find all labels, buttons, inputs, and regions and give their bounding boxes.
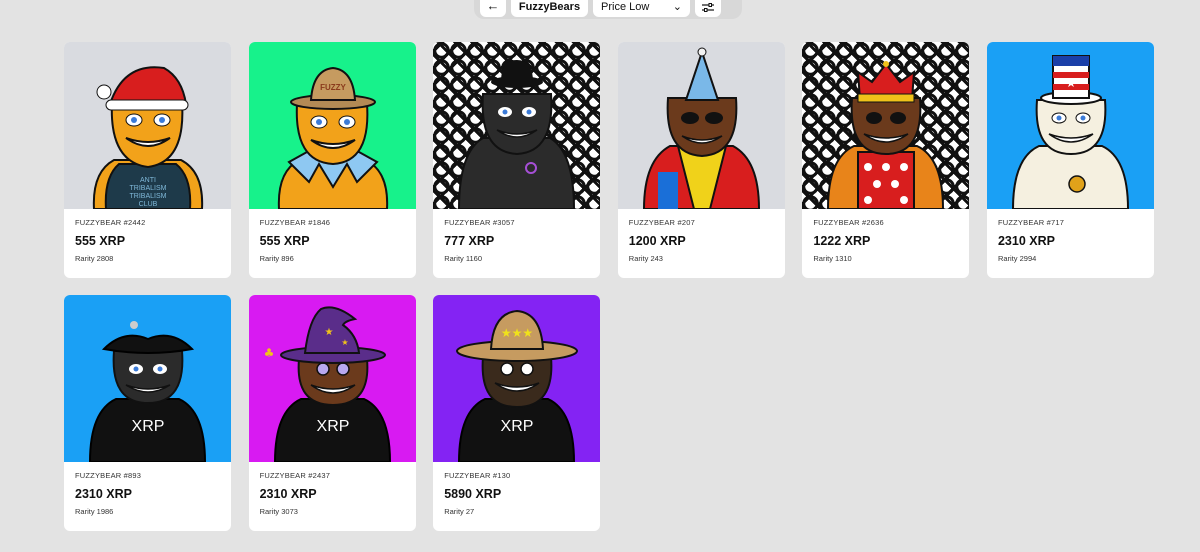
nft-card[interactable]: FUZZYBEAR #3057 777 XRP Rarity 1160 (433, 42, 601, 278)
arrow-left-icon: ← (486, 0, 500, 13)
nft-image: XRP ★ ★ ♣ (248, 295, 416, 462)
shirt-text: ANTI (140, 177, 156, 184)
nft-card[interactable]: FUZZY FUZZYBEAR #1846 555 XRP Rarity 896 (248, 42, 416, 278)
nft-card[interactable]: FUZZYBEAR #2636 1222 XRP Rarity 1310 (802, 42, 970, 278)
svg-text:♣: ♣ (263, 346, 274, 360)
nft-card[interactable]: ANTI TRIBALISM TRIBALISM CLUB FUZZYBEAR … (64, 42, 231, 278)
collection-button[interactable]: FuzzyBears (511, 0, 588, 17)
svg-text:★★★: ★★★ (501, 326, 533, 340)
sort-select[interactable]: Price Low ⌄ (593, 0, 690, 17)
nft-price: 777 XRP (444, 234, 495, 248)
nft-name: FUZZYBEAR #893 (75, 471, 142, 480)
sliders-icon (702, 3, 714, 12)
nft-image: FUZZY (248, 42, 416, 209)
nft-rarity: Rarity 896 (259, 254, 294, 263)
nft-price: 2310 XRP (997, 234, 1055, 248)
nft-card[interactable]: XRP ★ ★ ♣ FUZZYBEAR #2437 2310 XRP Rarit… (248, 295, 416, 531)
xrp-shirt-text: XRP (501, 418, 534, 435)
nft-name: FUZZYBEAR #2442 (75, 218, 146, 227)
sort-value: Price Low (601, 1, 650, 13)
svg-text:★: ★ (1066, 76, 1077, 90)
collection-toolbar: ← FuzzyBears Price Low ⌄ (474, 0, 742, 19)
back-button[interactable]: ← (480, 0, 506, 17)
nft-name: FUZZYBEAR #1846 (259, 218, 331, 227)
nft-name: FUZZYBEAR #717 (997, 218, 1065, 227)
xrp-shirt-text: XRP (316, 418, 349, 435)
svg-text:TRIBALISM: TRIBALISM (130, 185, 167, 192)
nft-rarity: Rarity 1160 (444, 254, 482, 263)
nft-price: 5890 XRP (444, 487, 502, 501)
nft-name: FUZZYBEAR #2636 (813, 218, 884, 227)
nft-price: 1222 XRP (813, 234, 871, 248)
svg-text:CLUB: CLUB (139, 201, 158, 208)
nft-rarity: Rarity 2994 (997, 254, 1037, 263)
nft-price: 2310 XRP (259, 487, 317, 501)
collection-label: FuzzyBears (518, 1, 581, 13)
nft-rarity: Rarity 3073 (259, 507, 298, 516)
filter-button[interactable] (695, 0, 721, 17)
nft-name: FUZZYBEAR #3057 (444, 218, 515, 227)
nft-price: 555 XRP (259, 234, 310, 248)
nft-grid: ANTI TRIBALISM TRIBALISM CLUB FUZZYBEAR … (64, 42, 1154, 531)
nft-card[interactable]: FUZZYBEAR #207 1200 XRP Rarity 243 (617, 42, 785, 278)
svg-text:★: ★ (341, 338, 348, 347)
nft-image: ANTI TRIBALISM TRIBALISM CLUB (64, 42, 231, 209)
nft-image: XRP (64, 295, 231, 462)
nft-image (617, 42, 785, 209)
nft-image: ★ (986, 42, 1154, 209)
nft-image (802, 42, 970, 209)
nft-card[interactable]: XRP ★★★ FUZZYBEAR #130 5890 XRP Rarity 2… (433, 295, 601, 531)
nft-card[interactable]: XRP FUZZYBEAR #893 2310 XRP Rarity 1986 (64, 295, 231, 531)
nft-price: 1200 XRP (628, 234, 686, 248)
nft-rarity: Rarity 27 (444, 507, 475, 516)
nft-rarity: Rarity 1986 (75, 507, 114, 516)
hat-text: FUZZY (320, 83, 346, 92)
chevron-down-icon: ⌄ (672, 1, 682, 13)
nft-rarity: Rarity 1310 (813, 254, 852, 263)
nft-card[interactable]: ★ FUZZYBEAR #717 2310 XRP Rarity 2994 (986, 42, 1154, 278)
nft-price: 2310 XRP (75, 487, 132, 501)
nft-name: FUZZYBEAR #2437 (259, 471, 331, 480)
xrp-shirt-text: XRP (132, 418, 165, 435)
nft-rarity: Rarity 2808 (75, 254, 114, 263)
nft-name: FUZZYBEAR #207 (628, 218, 695, 227)
svg-text:★: ★ (324, 327, 333, 338)
nft-image (433, 42, 601, 209)
nft-price: 555 XRP (75, 234, 126, 248)
svg-text:TRIBALISM: TRIBALISM (130, 193, 167, 200)
nft-name: FUZZYBEAR #130 (444, 471, 511, 480)
nft-image: XRP ★★★ (433, 295, 601, 462)
nft-rarity: Rarity 243 (628, 254, 663, 263)
